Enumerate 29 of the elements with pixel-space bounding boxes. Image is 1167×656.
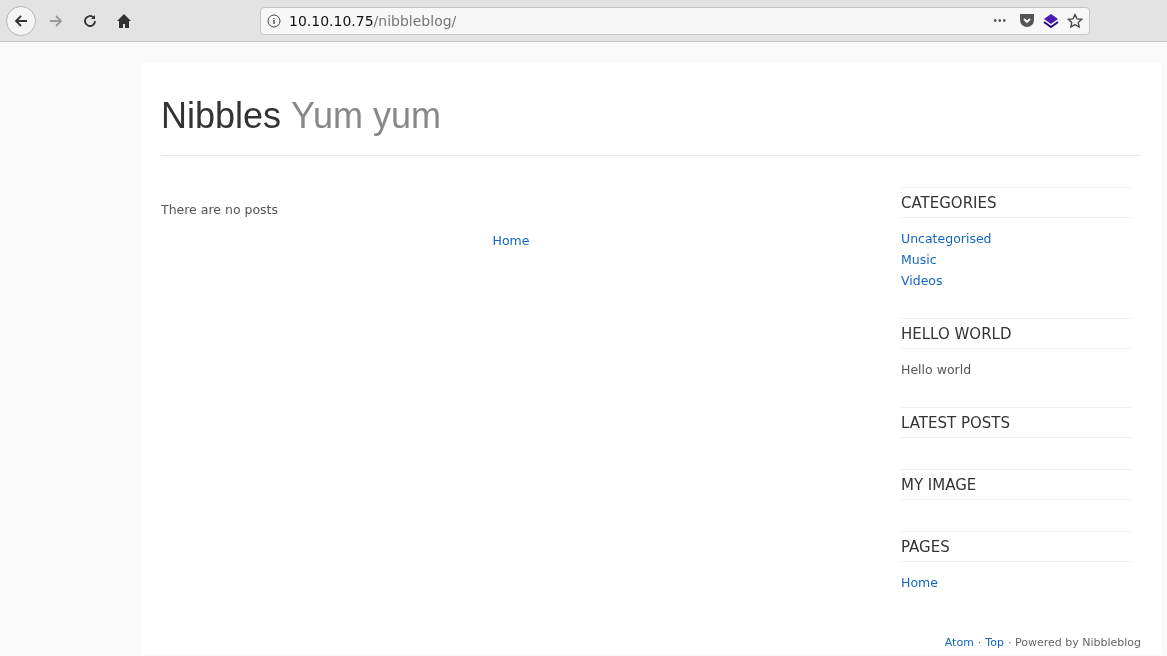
arrow-right-icon xyxy=(48,12,64,29)
widget-text: Hello world xyxy=(901,362,973,377)
sidebar-link[interactable]: Home xyxy=(901,575,1131,590)
widget-title: HELLO WORLD xyxy=(901,318,1131,349)
sidebar-link[interactable]: Music xyxy=(901,252,1131,267)
blog-title: Nibbles Yum yum xyxy=(161,95,443,137)
layers-icon xyxy=(1043,12,1059,29)
back-button[interactable] xyxy=(6,5,36,36)
widget-title: PAGES xyxy=(901,531,1131,562)
footer-text: · Powered by Nibbleblog xyxy=(1007,636,1141,649)
url-text: 10.10.10.75/nibbleblog/ xyxy=(289,12,458,29)
footer-link[interactable]: Atom xyxy=(944,636,974,649)
widget-title: CATEGORIES xyxy=(901,187,1131,218)
no-posts-message: There are no posts xyxy=(161,202,280,217)
pocket-icon xyxy=(1019,13,1035,28)
arrow-left-icon xyxy=(13,12,29,29)
widget-title: LATEST POSTS xyxy=(901,407,1131,438)
reload-icon xyxy=(82,12,98,29)
address-bar[interactable]: 10.10.10.75/nibbleblog/ ••• xyxy=(260,6,1090,35)
sidebar-link[interactable]: Uncategorised xyxy=(901,231,1131,246)
footer-text: · xyxy=(977,636,982,649)
page-actions-button[interactable]: ••• xyxy=(989,15,1011,26)
info-icon xyxy=(267,13,281,28)
home-link[interactable]: Home xyxy=(492,233,530,248)
footer-link[interactable]: Top xyxy=(985,636,1004,649)
sidebar-link[interactable]: Videos xyxy=(901,273,1131,288)
widget-title: MY IMAGE xyxy=(901,469,1131,500)
home-icon xyxy=(116,12,132,29)
star-icon xyxy=(1067,12,1083,29)
